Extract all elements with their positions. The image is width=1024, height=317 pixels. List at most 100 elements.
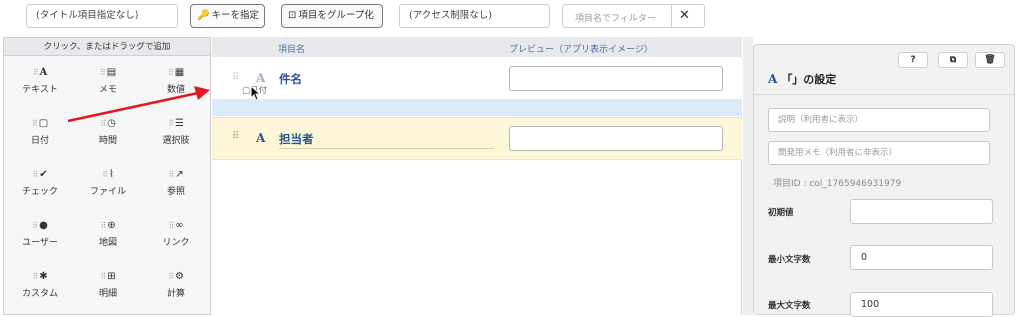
preview-input <box>509 66 723 91</box>
calculator-icon: ⠿ ▦ <box>143 67 209 79</box>
palette-item-label: リンク <box>162 238 190 248</box>
field-name: 件名 <box>279 72 302 86</box>
group-fields-button[interactable]: ⊡ 項目をグループ化 <box>281 4 383 28</box>
grip-icon: ⠿ <box>102 170 108 179</box>
set-key-label: キーを指定 <box>211 10 259 21</box>
column-field-name: 項目名 <box>278 45 306 55</box>
palette-item-glyph: ✔ <box>39 169 48 180</box>
text-a-icon: ⠿ A <box>7 67 73 79</box>
palette-item-glyph: A <box>39 67 48 78</box>
settings-title: A 「」の設定 <box>768 71 836 87</box>
field-list: 項目名 プレビュー（アプリ表示イメージ） ⠿ A 件名 ▢日付 ⠿ A 担当者 <box>212 37 742 315</box>
help-button[interactable]: ? <box>898 52 928 68</box>
settings-divider <box>754 94 1014 95</box>
palette-item-link[interactable]: ⠿ ∞ リンク <box>143 210 209 258</box>
filter-input[interactable]: 項目名でフィルター <box>575 11 656 24</box>
initial-value-label: 初期値 <box>768 208 794 218</box>
field-row-selected[interactable]: ⠿ A 担当者 <box>212 117 742 160</box>
palette-item-detail[interactable]: ⠿ ⊞ 明細 <box>75 261 141 309</box>
field-list-header: 項目名 プレビュー（アプリ表示イメージ） <box>212 37 742 57</box>
group-fields-label: 項目をグループ化 <box>298 10 374 21</box>
max-length-input[interactable]: 100 <box>850 292 993 317</box>
palette-item-glyph: ∞ <box>175 220 184 231</box>
palette-item-label: ユーザー <box>22 238 58 248</box>
grip-icon: ⠿ <box>100 221 106 230</box>
globe-icon: ⠿ ⊕ <box>75 220 141 232</box>
palette-item-check[interactable]: ⠿ ✔ チェック <box>7 159 73 207</box>
field-palette: クリック、またはドラッグで追加 ⠿ A テキスト ⠿ ▤ メモ ⠿ ▦ 数値 ⠿ ▢ 日付 ⠿ ◷ 時間 ⠿ ☰… <box>3 37 211 315</box>
field-filter: 項目名でフィルター ✕ <box>562 4 705 28</box>
min-length-input[interactable]: 0 <box>850 245 993 270</box>
palette-item-custom[interactable]: ⠿ ✱ カスタム <box>7 261 73 309</box>
palette-item-label: 計算 <box>166 289 185 299</box>
gear-icon: ⠿ ✱ <box>7 271 73 283</box>
palette-item-reference[interactable]: ⠿ ↗ 参照 <box>143 159 209 207</box>
palette-item-label: カスタム <box>21 289 58 299</box>
initial-value-input[interactable] <box>850 199 993 224</box>
palette-item-file[interactable]: ⠿ ⌇ ファイル <box>75 159 141 207</box>
settings-title-text: 「」の設定 <box>781 73 837 86</box>
trash-icon: 🗑 <box>984 55 996 65</box>
palette-item-label: 明細 <box>98 289 117 299</box>
filter-divider <box>671 5 672 27</box>
copy-icon: ⧉ <box>949 55 957 65</box>
cogs-icon: ⠿ ⚙ <box>143 271 209 283</box>
field-name: 担当者 <box>279 132 314 146</box>
palette-item-glyph: ▤ <box>106 67 117 78</box>
grip-icon: ⠿ <box>31 119 38 128</box>
external-link-icon: ⠿ ↗ <box>143 169 209 181</box>
clear-filter-icon[interactable]: ✕ <box>679 8 690 23</box>
palette-item-label: 地図 <box>98 238 117 248</box>
grip-icon: ⠿ <box>32 272 38 281</box>
panel-gutter <box>743 37 753 315</box>
text-type-icon: A <box>256 131 266 145</box>
palette-item-glyph: ▢ <box>38 118 49 129</box>
palette-item-label: ファイル <box>89 187 126 197</box>
grip-icon: ⠿ <box>99 68 106 77</box>
palette-item-user[interactable]: ⠿ ● ユーザー <box>7 210 73 258</box>
palette-header: クリック、またはドラッグで追加 <box>4 38 210 56</box>
grip-icon: ⠿ <box>32 221 38 230</box>
drag-handle-icon[interactable]: ⠿ <box>232 72 239 83</box>
settings-panel: ? ⧉ 🗑 A 「」の設定 説明（利用者に表示） 開発用メモ（利用者に非表示） 項… <box>753 44 1015 317</box>
link-icon: ⠿ ∞ <box>143 220 209 232</box>
copy-button[interactable]: ⧉ <box>938 52 968 68</box>
field-name-underline <box>279 148 494 149</box>
grip-icon: ⠿ <box>32 170 38 179</box>
access-restriction-select[interactable]: (アクセス制限なし) <box>399 4 550 28</box>
drag-handle-icon[interactable]: ⠿ <box>232 131 239 142</box>
palette-item-glyph: ● <box>39 220 48 231</box>
preview-input <box>509 126 723 151</box>
dev-memo-input[interactable]: 開発用メモ（利用者に非表示） <box>768 141 990 165</box>
title-field-select[interactable]: (タイトル項目指定なし) <box>26 4 178 28</box>
column-preview: プレビュー（アプリ表示イメージ） <box>509 45 653 55</box>
paperclip-icon: ⠿ ⌇ <box>75 169 141 181</box>
text-type-icon: A <box>768 72 778 86</box>
palette-item-map[interactable]: ⠿ ⊕ 地図 <box>75 210 141 258</box>
group-icon: ⊡ <box>288 10 297 21</box>
palette-item-glyph: ⊞ <box>107 271 116 282</box>
check-icon: ⠿ ✔ <box>7 169 73 181</box>
delete-button[interactable]: 🗑 <box>975 52 1005 68</box>
grip-icon: ⠿ <box>168 170 174 179</box>
palette-item-glyph: ▦ <box>174 67 185 78</box>
grip-icon: ⠿ <box>168 221 174 230</box>
grip-icon: ⠿ <box>168 272 174 281</box>
palette-item-label: 日付 <box>30 136 49 146</box>
field-id: 項目ID : col_1765946931979 <box>773 179 902 189</box>
set-key-button[interactable]: 🔑 キーを指定 <box>190 4 265 28</box>
palette-item-label: 時間 <box>98 136 117 146</box>
palette-item-glyph: ↗ <box>175 169 184 180</box>
palette-item-glyph: ⚙ <box>174 271 184 282</box>
description-input[interactable]: 説明（利用者に表示） <box>768 108 990 132</box>
field-row[interactable]: ⠿ A 件名 ▢日付 <box>212 58 742 101</box>
palette-item-calc[interactable]: ⠿ ⚙ 計算 <box>143 261 209 309</box>
palette-item-glyph: ⊕ <box>107 220 116 231</box>
grip-icon: ⠿ <box>32 68 39 77</box>
palette-item-label: 選択肢 <box>162 136 190 146</box>
memo-icon: ⠿ ▤ <box>75 67 141 79</box>
palette-item-label: 参照 <box>166 187 185 197</box>
min-length-label: 最小文字数 <box>768 255 811 265</box>
palette-item-label: チェック <box>21 187 58 197</box>
text-type-icon: A <box>256 71 266 85</box>
